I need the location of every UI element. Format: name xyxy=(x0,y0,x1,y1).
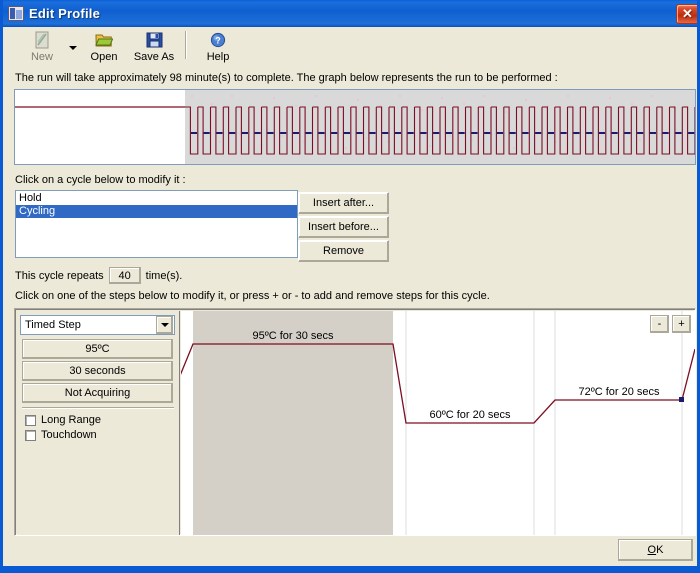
acquisition-marker xyxy=(679,397,684,402)
svg-text:?: ? xyxy=(215,35,221,45)
open-button-label: Open xyxy=(90,51,118,63)
checkbox-icon[interactable] xyxy=(25,429,36,441)
help-button[interactable]: ? Help xyxy=(193,27,243,67)
open-folder-icon xyxy=(95,30,113,49)
cycle-repeats-suffix-label: time(s). xyxy=(145,269,183,282)
new-button-label: New xyxy=(30,51,53,63)
step-duration-button[interactable]: 30 seconds xyxy=(22,361,173,381)
toolbar: New Open Save As ? Help xyxy=(3,27,697,69)
step-type-value: Timed Step xyxy=(25,319,81,331)
step-controls-column: Timed Step 95ºC 30 seconds Not Acquiring… xyxy=(17,311,180,535)
insert-after-button[interactable]: Insert after... xyxy=(298,192,389,214)
save-as-button-label: Save As xyxy=(133,51,175,63)
toolbar-separator xyxy=(185,31,187,59)
step-1-label: 95ºC for 30 secs xyxy=(252,330,334,342)
step-acquisition-button[interactable]: Not Acquiring xyxy=(22,383,173,403)
run-profile-graph xyxy=(14,89,696,165)
insert-before-button[interactable]: Insert before... xyxy=(298,216,389,238)
step-type-select[interactable]: Timed Step xyxy=(20,315,175,335)
add-step-button[interactable]: + xyxy=(672,315,691,333)
run-summary-text: The run will take approximately 98 minut… xyxy=(15,72,558,84)
cycle-list[interactable]: Hold Cycling xyxy=(15,190,298,258)
touchdown-label: Touchdown xyxy=(41,429,97,441)
help-button-label: Help xyxy=(206,51,230,63)
ok-button[interactable]: OK xyxy=(618,539,693,561)
step-options-divider xyxy=(22,407,174,409)
cycle-repeats-row: This cycle repeats 40 time(s). xyxy=(15,267,182,284)
chevron-down-icon[interactable] xyxy=(156,316,173,334)
close-icon: ✕ xyxy=(682,6,693,21)
window-bottom-border xyxy=(3,566,697,570)
title-bar: Edit Profile ✕ xyxy=(3,0,697,27)
help-question-icon: ? xyxy=(210,30,226,49)
step-2-label: 60ºC for 20 secs xyxy=(429,409,511,421)
remove-step-button[interactable]: - xyxy=(650,315,669,333)
run-profile-svg xyxy=(15,90,695,164)
new-dropdown-button[interactable] xyxy=(67,27,79,67)
step-3-label: 72ºC for 20 secs xyxy=(578,386,660,398)
new-document-icon xyxy=(33,30,51,49)
long-range-label: Long Range xyxy=(41,414,101,426)
new-button[interactable]: New xyxy=(17,27,67,67)
checkbox-icon[interactable] xyxy=(25,414,36,426)
step-temperature-button[interactable]: 95ºC xyxy=(22,339,173,359)
close-button[interactable]: ✕ xyxy=(676,3,697,24)
remove-cycle-button[interactable]: Remove xyxy=(298,240,389,262)
cycle-repeats-prefix-label: This cycle repeats xyxy=(15,269,104,282)
step-editor-panel: Timed Step 95ºC 30 seconds Not Acquiring… xyxy=(14,308,696,536)
long-range-checkbox-row[interactable]: Long Range xyxy=(25,414,101,426)
chevron-down-icon xyxy=(69,46,77,50)
save-as-button[interactable]: Save As xyxy=(129,27,179,67)
profile-document-icon xyxy=(8,6,24,21)
window-title: Edit Profile xyxy=(29,6,101,21)
step-profile-chart[interactable]: 95ºC for 30 secs 60ºC for 20 secs 72ºC f… xyxy=(181,311,695,535)
cycle-list-item-hold[interactable]: Hold xyxy=(16,192,297,205)
ok-button-label: OK xyxy=(647,544,664,556)
step-profile-svg: 95ºC for 30 secs 60ºC for 20 secs 72ºC f… xyxy=(181,311,695,535)
step-list-prompt: Click on one of the steps below to modif… xyxy=(15,290,490,302)
touchdown-checkbox-row[interactable]: Touchdown xyxy=(25,429,97,441)
cycle-list-prompt: Click on a cycle below to modify it : xyxy=(15,174,186,186)
cycle-repeats-input[interactable]: 40 xyxy=(108,267,141,284)
edit-profile-window: Edit Profile ✕ New Open Save As ? Help T… xyxy=(0,0,700,573)
cycle-list-item-cycling[interactable]: Cycling xyxy=(16,205,297,218)
floppy-disk-icon xyxy=(146,30,163,49)
open-button[interactable]: Open xyxy=(79,27,129,67)
